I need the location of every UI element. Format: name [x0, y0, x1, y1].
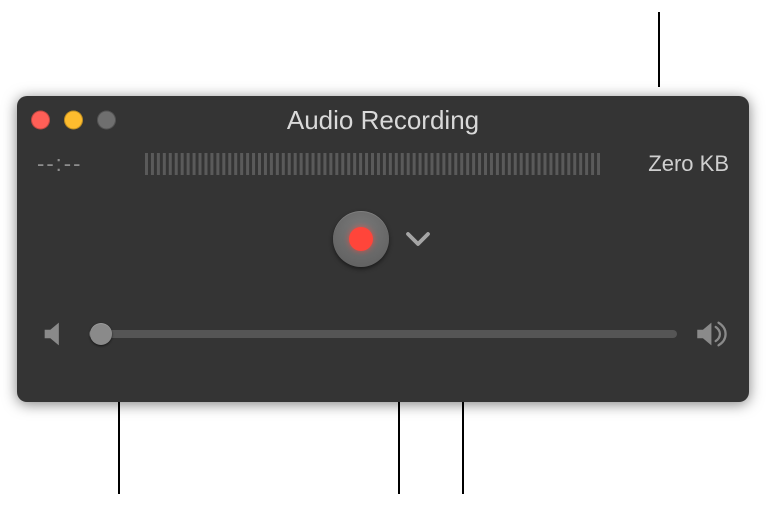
- window-controls: [31, 111, 116, 130]
- volume-low-icon: [39, 317, 73, 351]
- zoom-button-disabled: [97, 111, 116, 130]
- elapsed-time: --:--: [37, 151, 127, 177]
- chevron-down-icon: [403, 224, 433, 254]
- volume-row: [17, 294, 749, 374]
- window-title: Audio Recording: [287, 105, 479, 136]
- volume-slider[interactable]: [89, 330, 677, 338]
- figure-canvas: Audio Recording --:-- Zero KB: [0, 0, 766, 508]
- options-menu-button[interactable]: [403, 224, 433, 254]
- titlebar: Audio Recording: [17, 96, 749, 144]
- record-button[interactable]: [333, 211, 389, 267]
- close-button[interactable]: [31, 111, 50, 130]
- minimize-button[interactable]: [64, 111, 83, 130]
- file-size: Zero KB: [619, 151, 729, 177]
- audio-recording-window: Audio Recording --:-- Zero KB: [17, 96, 749, 402]
- callout-line-filesize: [658, 12, 660, 87]
- status-row: --:-- Zero KB: [17, 144, 749, 184]
- audio-level-meter: [145, 153, 601, 175]
- volume-slider-thumb[interactable]: [90, 323, 112, 345]
- record-icon: [349, 227, 373, 251]
- controls-row: [17, 184, 749, 294]
- volume-high-icon: [693, 317, 727, 351]
